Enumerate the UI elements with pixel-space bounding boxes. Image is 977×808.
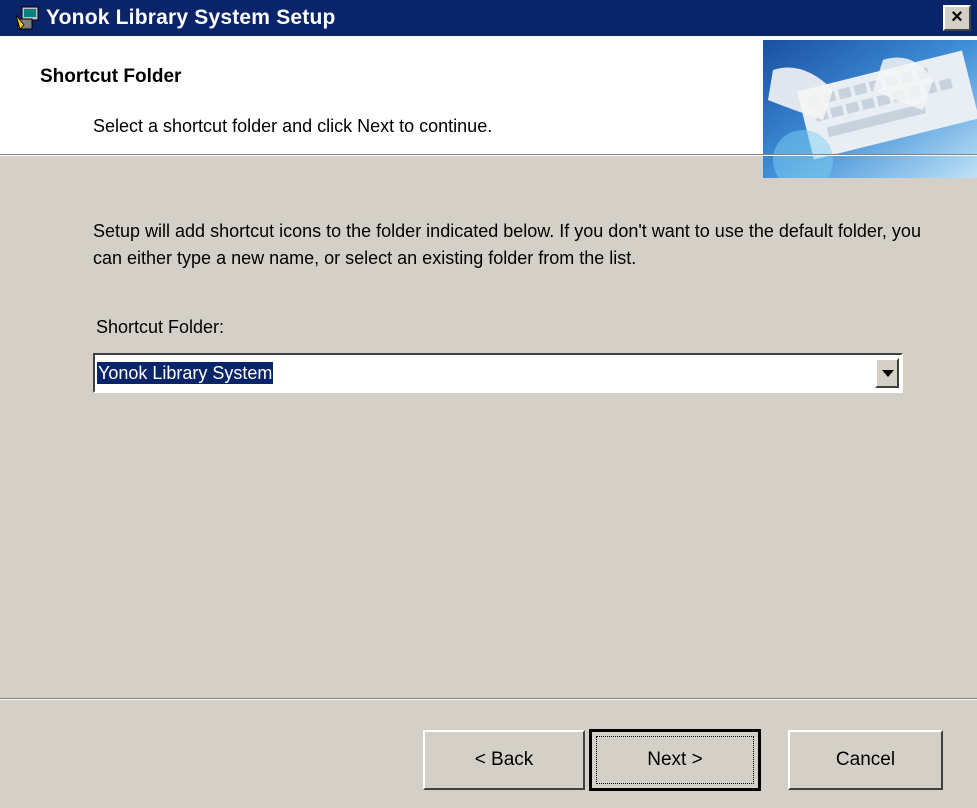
header-divider	[0, 154, 977, 156]
description-text: Setup will add shortcut icons to the fol…	[93, 221, 921, 268]
dropdown-button[interactable]	[875, 358, 899, 388]
cancel-button[interactable]: Cancel	[788, 730, 943, 790]
close-button[interactable]: ×	[943, 5, 971, 31]
keyboard-typing-image	[763, 40, 977, 178]
page-subtitle: Select a shortcut folder and click Next …	[93, 116, 493, 136]
shortcut-folder-input[interactable]: Yonok Library System	[97, 362, 274, 384]
shortcut-folder-combobox[interactable]: Yonok Library System	[93, 353, 903, 393]
wizard-header: Shortcut Folder Select a shortcut folder…	[0, 36, 977, 178]
footer-divider	[0, 698, 977, 700]
window-title: Yonok Library System Setup	[46, 6, 336, 29]
back-button[interactable]: < Back	[423, 730, 585, 790]
setup-icon	[15, 6, 39, 30]
focus-rectangle	[596, 736, 754, 784]
page-title: Shortcut Folder	[40, 66, 182, 87]
back-button-label: < Back	[474, 749, 534, 770]
title-bar[interactable]: Yonok Library System Setup ×	[0, 0, 977, 36]
next-button[interactable]: Next >	[589, 729, 761, 791]
cancel-button-label: Cancel	[835, 749, 896, 770]
chevron-down-icon	[882, 370, 894, 377]
shortcut-folder-label: Shortcut Folder:	[96, 317, 225, 337]
